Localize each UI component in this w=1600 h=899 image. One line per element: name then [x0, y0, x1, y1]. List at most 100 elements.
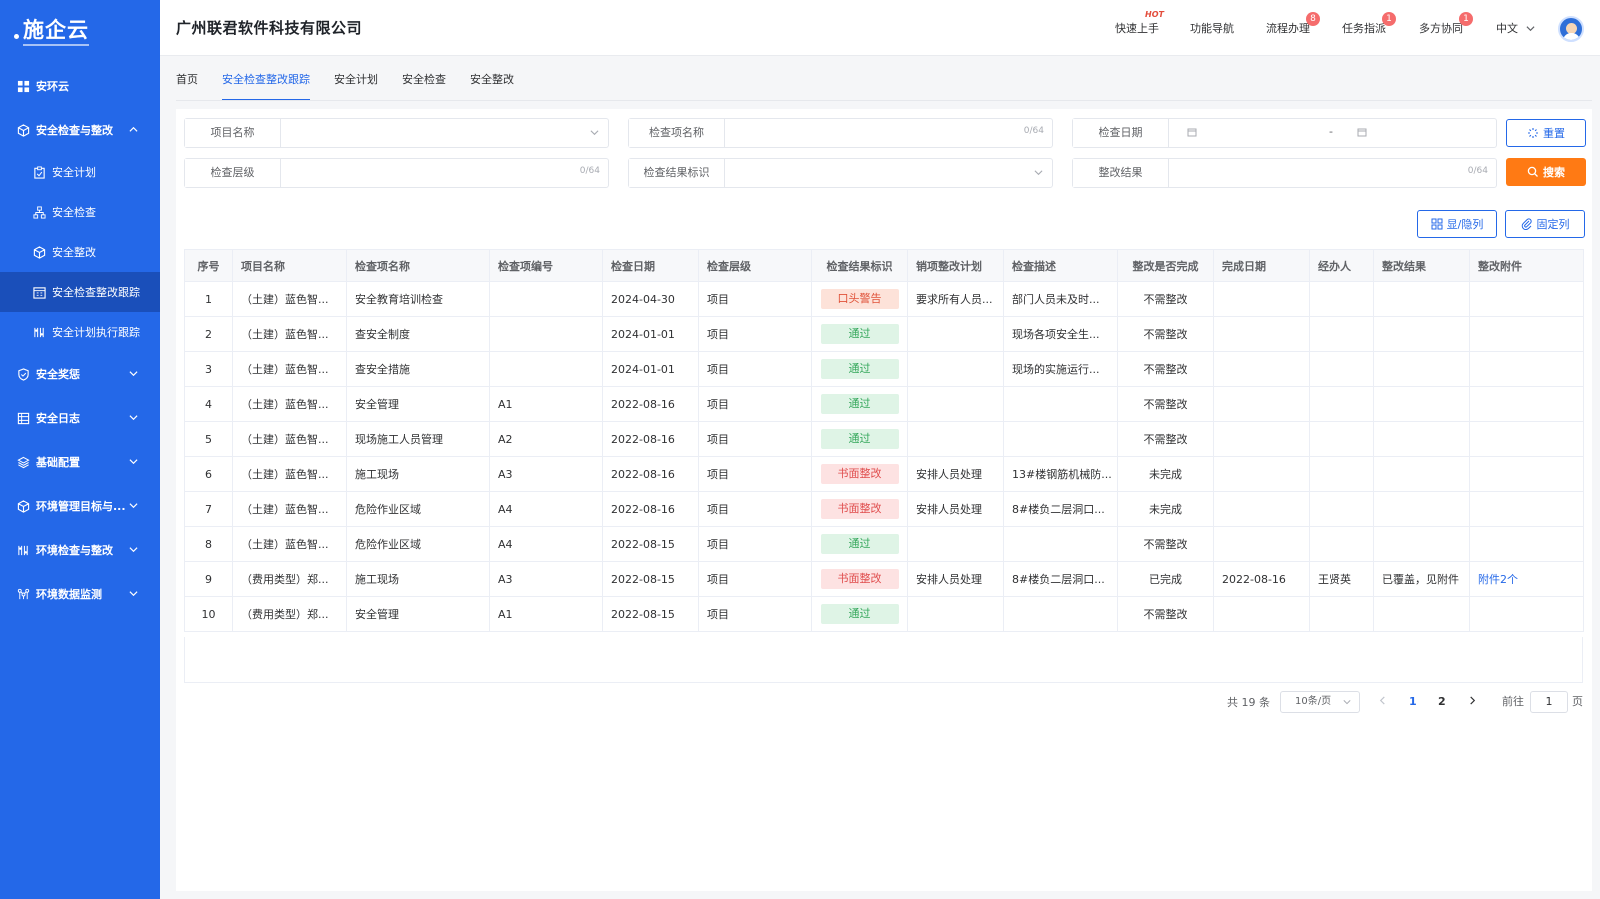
cell-project: （土建）蓝色智... [232, 526, 347, 562]
table-row[interactable]: 5 （土建）蓝色智... 现场施工人员管理 A2 2022-08-16 项目 通过 不需整改 [184, 421, 1584, 457]
field-label: 检查项名称 [629, 119, 725, 147]
sidebar-item-6[interactable]: 安全计划执行跟踪 [0, 312, 160, 352]
chevron-down-icon [1343, 700, 1351, 705]
sidebar-item-5[interactable]: 安全检查整改跟踪 [0, 272, 160, 312]
table-row[interactable]: 10 （费用类型）郑... 安全管理 A1 2022-08-15 项目 通过 不需整改 [184, 596, 1584, 632]
tab-3[interactable]: 安全检查 [402, 56, 446, 101]
shield-icon [16, 367, 30, 381]
rectify-result-input[interactable]: 0/64 [1169, 159, 1496, 187]
grid-icon [16, 79, 30, 93]
sidebar-item-12[interactable]: 环境数据监测 [0, 572, 160, 616]
item-name-field[interactable]: 检查项名称 0/64 [628, 118, 1053, 148]
sidebar-item-11[interactable]: 环境检查与整改 [0, 528, 160, 572]
search-button[interactable]: 搜索 [1506, 158, 1586, 186]
cell-item: 安全管理 [346, 596, 490, 632]
chevron-down-icon [129, 371, 138, 377]
toggle-columns-button[interactable]: 显/隐列 [1417, 210, 1497, 238]
nav-label: 多方协同 [1419, 22, 1463, 35]
check-date-range[interactable]: - [1169, 119, 1496, 147]
item-name-input[interactable]: 0/64 [725, 119, 1052, 147]
cell-date: 2022-08-16 [602, 491, 699, 527]
cell-done_date [1213, 526, 1310, 562]
table-row[interactable]: 3 （土建）蓝色智... 查安全措施 2024-01-01 项目 通过 现场的实施运行...… [184, 351, 1584, 387]
cell-done_date [1213, 421, 1310, 457]
nav-process[interactable]: 流程办理 8 [1266, 0, 1320, 56]
column-header: 检查项编号 [489, 249, 603, 282]
rectify-result-field[interactable]: 整改结果 0/64 [1072, 158, 1497, 188]
table-row[interactable]: 1 （土建）蓝色智... 安全教育培训检查 2024-04-30 项目 口头警告 要求所有人… [184, 281, 1584, 317]
process-count-badge: 8 [1306, 12, 1320, 26]
sidebar-item-label: 安全检查与整改 [36, 124, 113, 137]
tab-1[interactable]: 安全检查整改跟踪 [222, 56, 310, 101]
attachment-link[interactable]: 附件2个 [1478, 573, 1518, 586]
brand-logo[interactable]: 施企云 [0, 0, 160, 64]
check-date-field[interactable]: 检查日期 - [1072, 118, 1497, 148]
sidebar-item-10[interactable]: 环境管理目标与... [0, 484, 160, 528]
sidebar-item-7[interactable]: 安全奖惩 [0, 352, 160, 396]
chevron-right-icon [1470, 696, 1476, 705]
plan-icon [16, 543, 30, 557]
prev-page-button[interactable] [1378, 691, 1387, 713]
char-count: 0/64 [579, 166, 600, 176]
table-row[interactable]: 8 （土建）蓝色智... 危险作业区域 A4 2022-08-15 项目 通过 不需整改 [184, 526, 1584, 562]
cell-handler [1309, 596, 1374, 632]
check-level-field[interactable]: 检查层级 0/64 [184, 158, 609, 188]
calendar-icon [32, 285, 46, 299]
result-mark-tag: 通过 [820, 534, 899, 554]
nav-collaboration[interactable]: 多方协同 1 [1419, 0, 1473, 56]
nav-task-assign[interactable]: 任务指派 1 [1342, 0, 1396, 56]
sidebar-item-4[interactable]: 安全整改 [0, 232, 160, 272]
cell-result [1373, 281, 1470, 317]
search-label: 搜索 [1543, 166, 1565, 179]
cell-mark: 通过 [811, 351, 908, 387]
nav-quick-start[interactable]: 快速上手 HOT [1115, 0, 1164, 56]
language-select[interactable]: 中文 [1496, 0, 1535, 56]
reset-button[interactable]: 重置 [1506, 119, 1586, 147]
cell-mark: 书面整改 [811, 456, 908, 492]
tab-2[interactable]: 安全计划 [334, 56, 378, 101]
cell-done: 不需整改 [1117, 351, 1214, 387]
tab-0[interactable]: 首页 [176, 56, 198, 101]
cell-level: 项目 [698, 491, 812, 527]
chevron-down-icon [129, 459, 138, 465]
result-mark-select[interactable] [725, 159, 1052, 187]
table-row[interactable]: 4 （土建）蓝色智... 安全管理 A1 2022-08-16 项目 通过 不需整改 [184, 386, 1584, 422]
sidebar-item-0[interactable]: 安环云 [0, 64, 160, 108]
sidebar-item-1[interactable]: 安全检查与整改 [0, 108, 160, 152]
page-unit-label: 页 [1572, 695, 1583, 708]
table-row[interactable]: 2 （土建）蓝色智... 查安全制度 2024-01-01 项目 通过 现场各项安全生...… [184, 316, 1584, 352]
sidebar-item-8[interactable]: 安全日志 [0, 396, 160, 440]
cell-plan [907, 386, 1004, 422]
table-row[interactable]: 6 （土建）蓝色智... 施工现场 A3 2022-08-16 项目 书面整改 安排人员处理 1… [184, 456, 1584, 492]
pin-columns-button[interactable]: 固定列 [1505, 210, 1585, 238]
sidebar-item-9[interactable]: 基础配置 [0, 440, 160, 484]
column-header: 整改结果 [1373, 249, 1470, 282]
nav-function-guide[interactable]: 功能导航 [1190, 0, 1234, 56]
cell-result [1373, 526, 1470, 562]
page-size-select[interactable]: 10条/页 [1280, 691, 1360, 713]
chevron-up-icon [129, 126, 138, 132]
project-name-field[interactable]: 项目名称 [184, 118, 609, 148]
nav-label: 快速上手 [1115, 22, 1159, 35]
cell-attach [1469, 596, 1584, 632]
tab-4[interactable]: 安全整改 [470, 56, 514, 101]
filter-form: 项目名称 检查项名称 0/64 检查日期 - 重置 检查层级 0/64 检查结果… [176, 109, 1592, 199]
next-page-button[interactable] [1468, 691, 1477, 713]
result-mark-field[interactable]: 检查结果标识 [628, 158, 1053, 188]
cell-handler: 王贤英 [1309, 561, 1374, 597]
check-level-input[interactable]: 0/64 [281, 159, 608, 187]
project-name-select[interactable] [281, 119, 608, 147]
goto-page-input[interactable]: 1 [1530, 691, 1568, 713]
table-row[interactable]: 9 （费用类型）郑... 施工现场 A3 2022-08-15 项目 书面整改 安排人员处理 8… [184, 561, 1584, 597]
user-avatar[interactable] [1558, 16, 1584, 42]
page-button-1[interactable]: 1 [1409, 691, 1417, 713]
cell-desc: 8#楼负二层洞口... [1003, 561, 1118, 597]
table-row[interactable]: 7 （土建）蓝色智... 危险作业区域 A4 2022-08-16 项目 书面整改 安排人员处… [184, 491, 1584, 527]
calendar-icon [1357, 128, 1367, 137]
page-button-2[interactable]: 2 [1438, 691, 1446, 713]
cube-icon [32, 245, 46, 259]
result-mark-tag: 口头警告 [820, 289, 899, 309]
sidebar-item-2[interactable]: 安全计划 [0, 152, 160, 192]
cell-code: A1 [489, 596, 603, 632]
sidebar-item-3[interactable]: 安全检查 [0, 192, 160, 232]
